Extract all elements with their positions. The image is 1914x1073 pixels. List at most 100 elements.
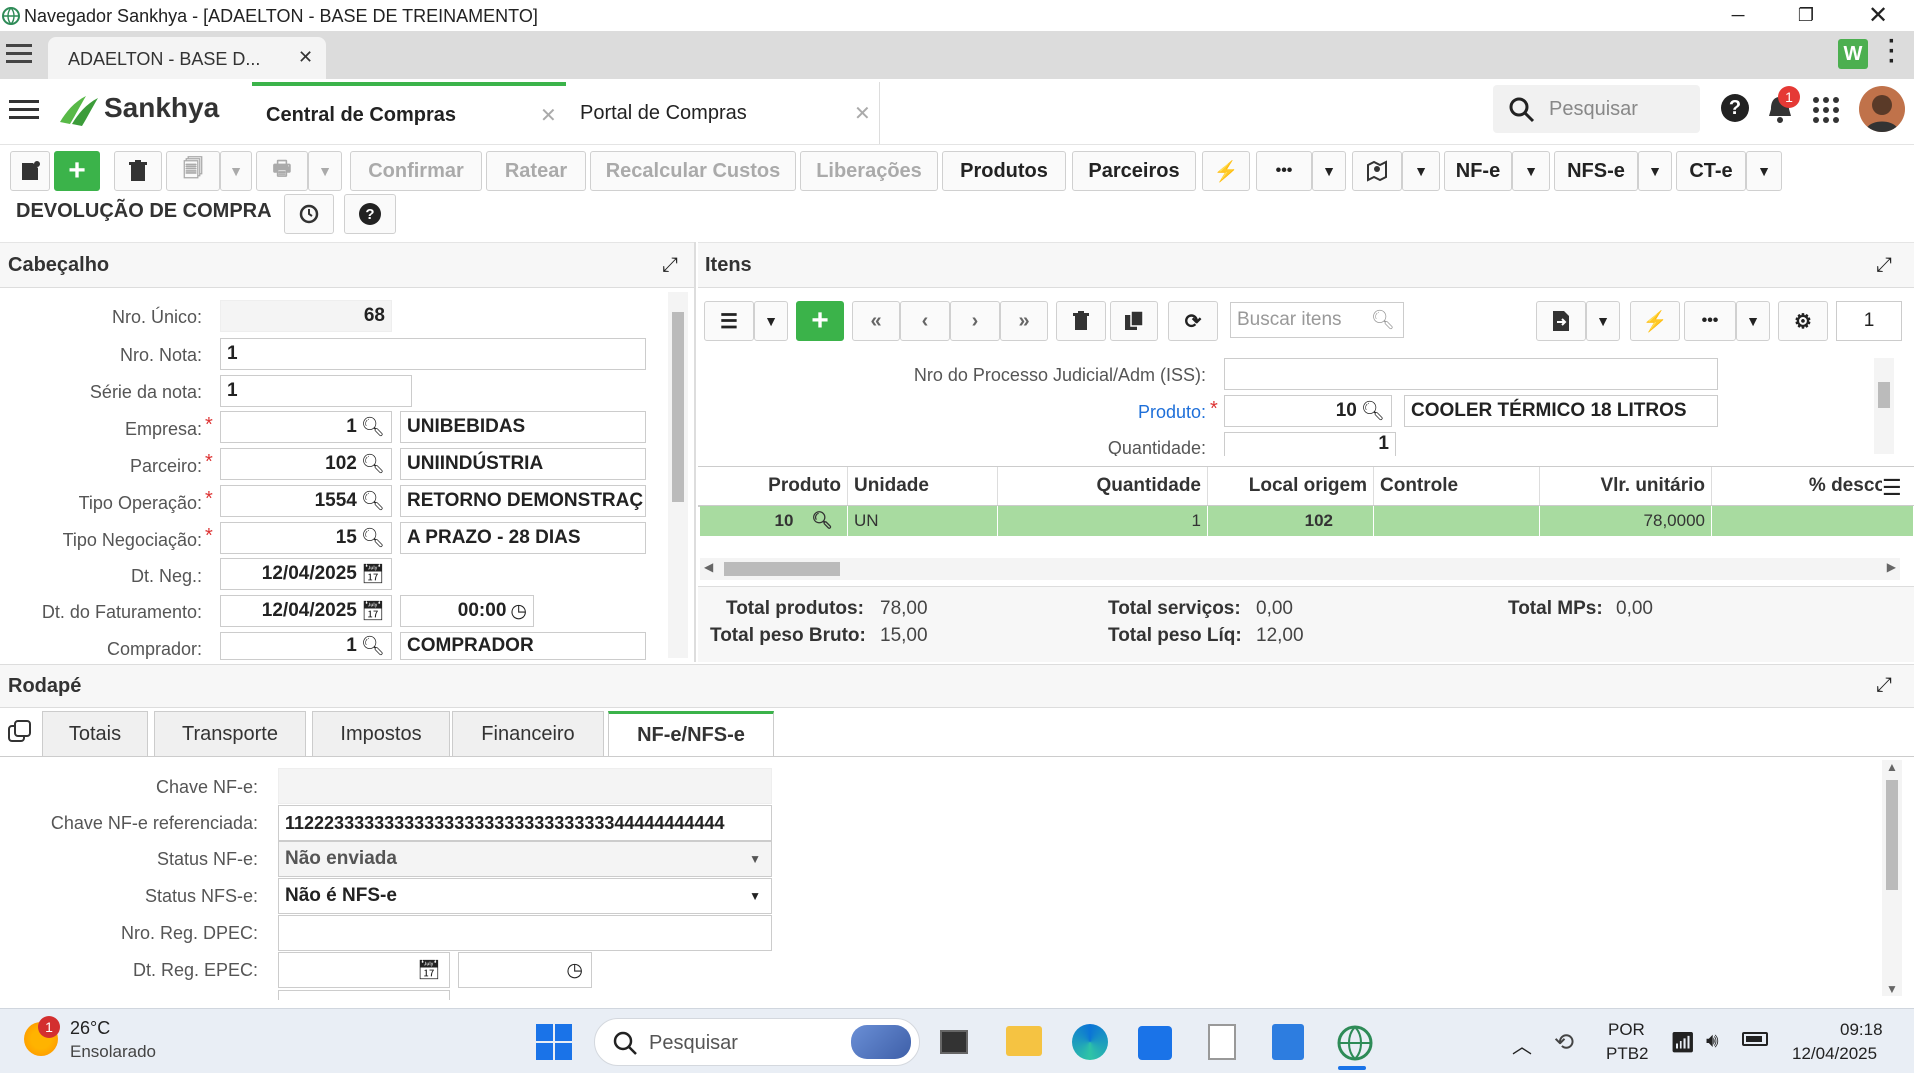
- buscar-itens-input[interactable]: Buscar itens 🔍︎: [1230, 302, 1404, 338]
- delete-item-icon[interactable]: [1056, 301, 1106, 341]
- map-icon[interactable]: [1352, 151, 1402, 191]
- task-view-icon[interactable]: [940, 1030, 968, 1054]
- clock-icon[interactable]: ◷: [510, 600, 527, 623]
- hora-reg-epec-field[interactable]: ◷: [458, 952, 592, 988]
- clock-time[interactable]: 09:18: [1840, 1020, 1883, 1040]
- delete-icon[interactable]: [114, 151, 162, 191]
- wifi-icon[interactable]: 📶︎: [1670, 1030, 1695, 1055]
- chevron-down-icon[interactable]: ▼: [1586, 301, 1620, 341]
- nfe-button[interactable]: NF-e: [1444, 151, 1512, 191]
- report-icon[interactable]: 🗐: [166, 151, 220, 191]
- chevron-down-icon[interactable]: ▼: [1736, 301, 1770, 341]
- expand-icon[interactable]: ⤢: [1876, 674, 1892, 697]
- copy-icon[interactable]: [1110, 301, 1158, 341]
- status-nfe-select[interactable]: Não enviada ▼: [278, 841, 772, 877]
- sankhya-logo[interactable]: [56, 92, 100, 128]
- chevron-down-icon[interactable]: ▼: [754, 301, 788, 341]
- nfse-button[interactable]: NFS-e: [1554, 151, 1638, 191]
- search-icon[interactable]: 🔍︎: [361, 489, 385, 513]
- w-extension-icon[interactable]: W: [1838, 39, 1868, 69]
- more-options-icon[interactable]: •••: [1684, 301, 1736, 341]
- close-tab-icon[interactable]: ✕: [298, 47, 313, 68]
- recalcular-custos-button[interactable]: Recalcular Custos: [590, 151, 796, 191]
- liberacoes-button[interactable]: Liberações: [800, 151, 938, 191]
- calendar-icon[interactable]: 📅︎: [361, 599, 385, 623]
- battery-icon[interactable]: [1742, 1032, 1768, 1046]
- produto-code-field[interactable]: 10 🔍︎: [1224, 395, 1392, 427]
- column-header-controle[interactable]: Controle: [1374, 467, 1540, 505]
- new-doc-icon[interactable]: [10, 151, 50, 191]
- search-icon[interactable]: 🔍︎: [811, 511, 833, 531]
- notepad-icon[interactable]: [1272, 1024, 1304, 1060]
- nro-nota-field[interactable]: 1: [220, 338, 646, 370]
- minimize-button[interactable]: ─: [1708, 0, 1768, 31]
- lightning-icon[interactable]: ⚡: [1202, 151, 1250, 191]
- confirmar-button[interactable]: Confirmar: [350, 151, 482, 191]
- store-icon[interactable]: [1138, 1026, 1172, 1060]
- dt-neg-field[interactable]: 12/04/2025 📅︎: [220, 558, 392, 590]
- parceiro-code-field[interactable]: 102 🔍︎: [220, 448, 392, 480]
- gear-icon[interactable]: ⚙: [1778, 301, 1828, 341]
- chave-nfe-referenciada-field[interactable]: 1122233333333333333333333333333334444444…: [278, 805, 772, 841]
- ratear-button[interactable]: Ratear: [486, 151, 586, 191]
- lightning-icon[interactable]: ⚡: [1630, 301, 1680, 341]
- volume-icon[interactable]: 🔊︎: [1706, 1030, 1719, 1053]
- chevron-down-icon[interactable]: ▼: [1312, 151, 1346, 191]
- column-header-produto[interactable]: Produto: [698, 467, 848, 505]
- parceiros-button[interactable]: Parceiros: [1072, 151, 1196, 191]
- browser-tab[interactable]: ADAELTON - BASE D... ✕: [48, 37, 326, 79]
- tab-transporte[interactable]: Transporte: [154, 711, 306, 756]
- kebab-menu-icon[interactable]: · · ·: [1888, 30, 1896, 74]
- print-icon[interactable]: 🖶: [256, 151, 308, 191]
- cte-button[interactable]: CT-e: [1676, 151, 1746, 191]
- produtos-button[interactable]: Produtos: [942, 151, 1066, 191]
- comprador-code-field[interactable]: 1 🔍︎: [220, 632, 392, 660]
- serie-nota-field[interactable]: 1: [220, 375, 412, 407]
- column-header-vlr-unitario[interactable]: Vlr. unitário: [1540, 467, 1712, 505]
- document-icon[interactable]: [1208, 1024, 1236, 1060]
- last-page-icon[interactable]: »: [1000, 301, 1048, 341]
- field-label[interactable]: Produto:: [720, 402, 1206, 423]
- search-icon[interactable]: 🔍︎: [361, 634, 385, 658]
- avatar[interactable]: [1859, 86, 1905, 132]
- expand-icon[interactable]: ⤢: [1876, 254, 1892, 277]
- browser-menu-icon[interactable]: [6, 43, 32, 65]
- tab-nfe-nfse[interactable]: NF-e/NFS-e: [608, 711, 774, 756]
- windows-start-icon[interactable]: [536, 1024, 572, 1060]
- calendar-icon[interactable]: 📅︎: [361, 562, 385, 586]
- calendar-icon[interactable]: 📅︎: [417, 958, 441, 982]
- language-code[interactable]: POR: [1608, 1020, 1645, 1040]
- sync-icon[interactable]: ⟲: [1554, 1028, 1574, 1057]
- clock-icon[interactable]: ◷: [566, 959, 583, 982]
- chevron-down-icon[interactable]: ▼: [1402, 151, 1440, 191]
- hora-faturamento-field[interactable]: 00:00 ◷: [400, 595, 534, 627]
- maximize-button[interactable]: ❐: [1776, 0, 1836, 31]
- chevron-down-icon[interactable]: ▼: [1638, 151, 1672, 191]
- column-menu-icon[interactable]: ☰: [1882, 475, 1902, 501]
- tipo-negociacao-code-field[interactable]: 15 🔍︎: [220, 522, 392, 554]
- app-search-input[interactable]: Pesquisar: [1493, 85, 1700, 133]
- close-tab-icon[interactable]: ✕: [854, 101, 871, 126]
- help-icon[interactable]: ?: [1721, 94, 1749, 122]
- export-icon[interactable]: [1536, 301, 1586, 341]
- tab-portal-de-compras[interactable]: Portal de Compras ✕: [566, 82, 880, 144]
- quantidade-field[interactable]: 1: [1224, 432, 1396, 456]
- first-page-icon[interactable]: «: [852, 301, 900, 341]
- tab-impostos[interactable]: Impostos: [312, 711, 450, 756]
- more-options-button[interactable]: •••: [1256, 151, 1312, 191]
- tab-central-de-compras[interactable]: Central de Compras ✕: [252, 82, 566, 144]
- expand-icon[interactable]: ⤢: [662, 254, 678, 277]
- column-header-unidade[interactable]: Unidade: [848, 467, 998, 505]
- column-header-local-origem[interactable]: Local origem: [1208, 467, 1374, 505]
- column-header-desconto[interactable]: % desco: [1712, 467, 1886, 505]
- chevron-down-icon[interactable]: ▼: [308, 151, 342, 191]
- nro-reg-dpec-field[interactable]: [278, 915, 772, 951]
- keyboard-layout[interactable]: PTB2: [1606, 1044, 1649, 1064]
- file-explorer-icon[interactable]: [1006, 1026, 1042, 1056]
- chevron-down-icon[interactable]: ▼: [1512, 151, 1550, 191]
- help-button[interactable]: ?: [344, 194, 396, 234]
- list-view-icon[interactable]: ☰: [704, 301, 754, 341]
- item-form-scrollbar[interactable]: [1874, 358, 1894, 454]
- tab-totais[interactable]: Totais: [42, 711, 148, 756]
- status-nfse-select[interactable]: Não é NFS-e ▼: [278, 878, 772, 914]
